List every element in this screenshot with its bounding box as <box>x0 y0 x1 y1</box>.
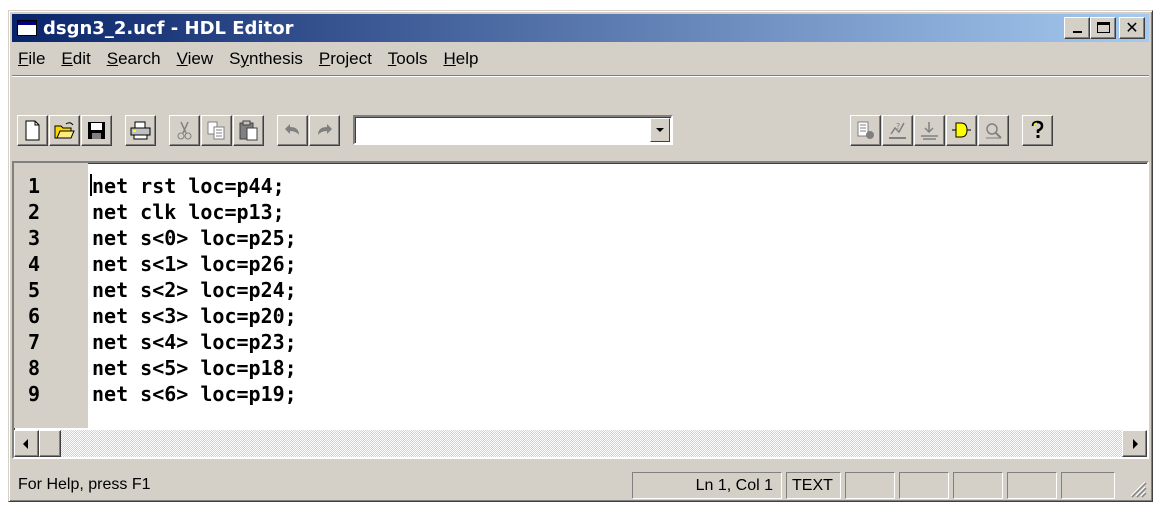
status-pane <box>845 472 895 499</box>
status-cursor-position: Ln 1, Col 1 <box>632 472 782 499</box>
redo-button[interactable] <box>309 115 340 146</box>
code-editor[interactable]: 1 net rst loc=p44; 2 net clk loc=p13; 3 net… <box>12 161 1149 459</box>
implement-button[interactable] <box>914 115 945 146</box>
copy-button[interactable] <box>201 115 232 146</box>
title-bar[interactable]: dsgn3_2.ucf - HDL Editor ✕ <box>12 14 1149 42</box>
scroll-thumb[interactable] <box>39 430 61 457</box>
code-line[interactable]: 3 net s<0> loc=p25; <box>14 225 1147 251</box>
close-button[interactable]: ✕ <box>1119 17 1145 39</box>
code-line[interactable]: 1 net rst loc=p44; <box>14 173 1147 199</box>
search-combo[interactable] <box>353 115 673 145</box>
synthesis-options-button[interactable] <box>850 115 881 146</box>
maximize-icon <box>1097 22 1110 33</box>
line-number: 3 <box>28 226 41 250</box>
menu-project[interactable]: Project <box>311 49 380 69</box>
undo-icon <box>285 124 299 135</box>
code-text[interactable]: net clk loc=p13; <box>88 200 285 224</box>
open-folder-icon <box>54 122 75 139</box>
undo-button[interactable] <box>277 115 308 146</box>
line-number: 6 <box>28 304 41 328</box>
code-text[interactable]: net s<5> loc=p18; <box>88 356 297 380</box>
implement-icon <box>921 122 938 140</box>
copy-icon <box>207 121 225 140</box>
menu-edit[interactable]: Edit <box>53 49 98 69</box>
line-number: 7 <box>28 330 41 354</box>
close-icon: ✕ <box>1125 18 1139 37</box>
line-number: 5 <box>28 278 41 302</box>
line-number: 1 <box>28 174 41 198</box>
status-mode: TEXT <box>786 472 841 499</box>
print-icon <box>130 121 151 140</box>
svg-text:?: ? <box>896 122 900 131</box>
combo-dropdown-icon[interactable] <box>650 118 670 142</box>
gate-button[interactable] <box>946 115 977 146</box>
code-line[interactable]: 6 net s<3> loc=p20; <box>14 303 1147 329</box>
scroll-right-icon[interactable] <box>1122 430 1147 457</box>
code-line[interactable]: 8 net s<5> loc=p18; <box>14 355 1147 381</box>
horizontal-scrollbar[interactable] <box>14 430 1147 457</box>
code-lines: 1 net rst loc=p44; 2 net clk loc=p13; 3 net… <box>14 173 1147 407</box>
code-line[interactable]: 9 net s<6> loc=p19; <box>14 381 1147 407</box>
paste-button[interactable] <box>233 115 264 146</box>
status-bar: For Help, press F1 Ln 1, Col 1 TEXT <box>12 472 1149 500</box>
paste-icon <box>239 120 258 141</box>
code-text[interactable]: net s<1> loc=p26; <box>88 252 297 276</box>
menu-separator <box>12 75 1149 77</box>
status-pane <box>953 472 1003 499</box>
open-file-button[interactable] <box>49 115 80 146</box>
line-number: 8 <box>28 356 41 380</box>
scroll-left-icon[interactable] <box>14 430 39 457</box>
new-file-button[interactable] <box>17 115 48 146</box>
code-line[interactable]: 5 net s<2> loc=p24; <box>14 277 1147 303</box>
help-question-icon <box>1031 120 1044 138</box>
menu-bar: File Edit Search View Synthesis Project … <box>12 45 1149 73</box>
search-zoom-button[interactable] <box>978 115 1009 146</box>
resize-grip-icon[interactable] <box>1125 476 1147 498</box>
line-number: 4 <box>28 252 41 276</box>
code-text[interactable]: net rst loc=p44; <box>88 174 285 198</box>
code-text[interactable]: net s<2> loc=p24; <box>88 278 297 302</box>
save-button[interactable] <box>81 115 112 146</box>
caption-buttons: ✕ <box>1064 17 1145 39</box>
synthesis-options-icon <box>857 121 874 139</box>
menu-file[interactable]: File <box>12 49 53 69</box>
code-line[interactable]: 2 net clk loc=p13; <box>14 199 1147 225</box>
check-syntax-icon: ? <box>889 122 906 139</box>
gate-symbol-icon <box>952 122 971 138</box>
check-syntax-button[interactable]: ? <box>882 115 913 146</box>
minimize-button[interactable] <box>1064 17 1090 39</box>
search-zoom-icon <box>986 123 1002 139</box>
minimize-icon <box>1073 31 1082 33</box>
hdl-editor-window: dsgn3_2.ucf - HDL Editor ✕ File Edit Sea… <box>8 10 1153 502</box>
status-pane <box>1007 472 1057 499</box>
code-text[interactable]: net s<0> loc=p25; <box>88 226 297 250</box>
help-button[interactable] <box>1022 115 1053 146</box>
code-line[interactable]: 7 net s<4> loc=p23; <box>14 329 1147 355</box>
menu-tools[interactable]: Tools <box>380 49 436 69</box>
maximize-button[interactable] <box>1090 17 1116 39</box>
line-number: 2 <box>28 200 41 224</box>
new-file-icon <box>25 120 40 141</box>
code-text[interactable]: net s<4> loc=p23; <box>88 330 297 354</box>
cut-button[interactable] <box>169 115 200 146</box>
status-help-text: For Help, press F1 <box>18 476 151 493</box>
code-text[interactable]: net s<3> loc=p20; <box>88 304 297 328</box>
window-title: dsgn3_2.ucf - HDL Editor <box>43 17 294 39</box>
code-line[interactable]: 4 net s<1> loc=p26; <box>14 251 1147 277</box>
print-button[interactable] <box>125 115 156 146</box>
code-text[interactable]: net s<6> loc=p19; <box>88 382 297 406</box>
redo-icon <box>318 124 332 135</box>
status-pane <box>1061 472 1115 499</box>
line-number: 9 <box>28 382 41 406</box>
status-pane <box>899 472 949 499</box>
menu-synthesis[interactable]: Synthesis <box>221 49 311 69</box>
menu-search[interactable]: Search <box>99 49 169 69</box>
menu-help[interactable]: Help <box>435 49 486 69</box>
toolbar: ? <box>12 111 1149 151</box>
save-disk-icon <box>88 122 105 139</box>
cut-icon <box>177 121 192 140</box>
menu-view[interactable]: View <box>169 49 222 69</box>
app-icon[interactable] <box>17 20 37 36</box>
